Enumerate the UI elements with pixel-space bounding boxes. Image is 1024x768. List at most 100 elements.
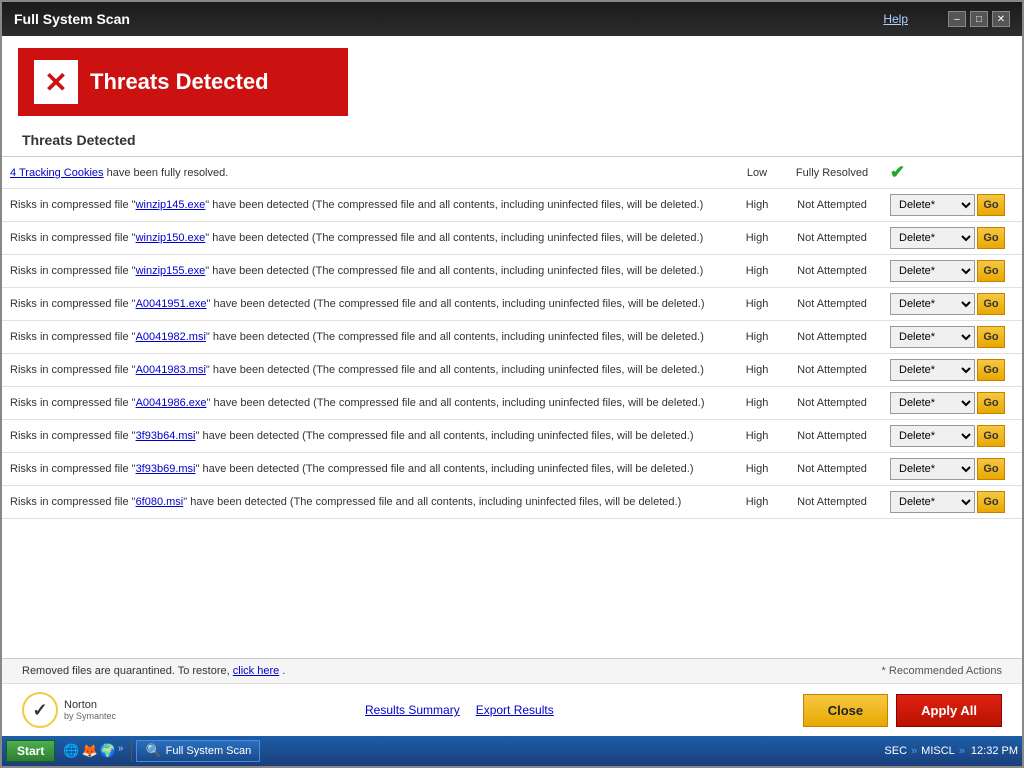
go-button[interactable]: Go [977, 227, 1005, 249]
quarantine-text: Removed files are quarantined. To restor… [22, 665, 230, 677]
norton-check-icon: ✓ [32, 700, 47, 721]
close-button[interactable]: Close [803, 694, 888, 727]
main-window: Full System Scan Help – □ ✕ ✕ Threats De… [0, 0, 1024, 768]
taskbar-divider [131, 740, 132, 762]
resolved-check-icon: ✔ [890, 162, 905, 182]
threat-status: Not Attempted [782, 387, 882, 420]
start-button[interactable]: Start [6, 740, 55, 762]
table-row: Risks in compressed file "A0041983.msi" … [2, 354, 1022, 387]
threat-file-link[interactable]: A0041983.msi [136, 364, 206, 376]
threat-severity: High [732, 453, 782, 486]
threat-x-icon: ✕ [44, 66, 67, 99]
table-row: Risks in compressed file "winzip145.exe"… [2, 189, 1022, 222]
ie-icon[interactable]: 🌐 [63, 743, 79, 759]
threat-file-link[interactable]: 3f93b64.msi [136, 430, 196, 442]
norton-circle: ✓ [22, 692, 58, 728]
clock: 12:32 PM [971, 745, 1018, 757]
action-select[interactable]: Delete* [890, 359, 975, 381]
sec-label: SEC [884, 745, 907, 757]
action-select[interactable]: Delete* [890, 425, 975, 447]
go-button[interactable]: Go [977, 491, 1005, 513]
apply-all-button[interactable]: Apply All [896, 694, 1002, 727]
threat-file-link[interactable]: 6f080.msi [136, 496, 184, 508]
quarantine-message: Removed files are quarantined. To restor… [22, 665, 285, 677]
title-bar: Full System Scan Help – □ ✕ [2, 2, 1022, 36]
threat-banner: ✕ Threats Detected [18, 48, 348, 116]
go-button[interactable]: Go [977, 458, 1005, 480]
threat-action: Delete*Go [882, 354, 1022, 387]
action-select[interactable]: Delete* [890, 392, 975, 414]
action-row: Delete*Go [890, 293, 1014, 315]
action-row: Delete*Go [890, 227, 1014, 249]
help-link[interactable]: Help [883, 12, 908, 26]
maximize-button[interactable]: □ [970, 11, 988, 27]
action-row: Delete*Go [890, 458, 1014, 480]
action-select[interactable]: Delete* [890, 458, 975, 480]
taskbar-icons: 🌐 🦊 🌍 » [59, 743, 127, 759]
threat-severity: High [732, 222, 782, 255]
threat-severity: High [732, 420, 782, 453]
threat-status: Fully Resolved [782, 157, 882, 189]
threat-description: Risks in compressed file "winzip145.exe"… [2, 189, 732, 222]
action-select[interactable]: Delete* [890, 326, 975, 348]
threat-file-link[interactable]: A0041986.exe [136, 397, 207, 409]
threat-action: Delete*Go [882, 255, 1022, 288]
go-button[interactable]: Go [977, 326, 1005, 348]
threat-status: Not Attempted [782, 354, 882, 387]
threat-file-link[interactable]: 4 Tracking Cookies [10, 167, 104, 179]
threat-file-link[interactable]: winzip145.exe [136, 199, 206, 211]
threat-status: Not Attempted [782, 222, 882, 255]
go-button[interactable]: Go [977, 194, 1005, 216]
threat-severity: High [732, 288, 782, 321]
threat-description: Risks in compressed file "3f93b69.msi" h… [2, 453, 732, 486]
go-button[interactable]: Go [977, 293, 1005, 315]
table-scroll[interactable]: 4 Tracking Cookies have been fully resol… [2, 157, 1022, 658]
threat-file-link[interactable]: winzip155.exe [136, 265, 206, 277]
window-title: Full System Scan [14, 11, 130, 27]
threat-status: Not Attempted [782, 453, 882, 486]
action-select[interactable]: Delete* [890, 293, 975, 315]
close-button[interactable]: ✕ [992, 11, 1010, 27]
action-select[interactable]: Delete* [890, 260, 975, 282]
minimize-button[interactable]: – [948, 11, 966, 27]
bottom-bar: ✓ Norton by Symantec Results Summary Exp… [2, 683, 1022, 736]
browser2-icon[interactable]: 🌍 [100, 743, 116, 759]
go-button[interactable]: Go [977, 425, 1005, 447]
threat-severity: High [732, 255, 782, 288]
threat-status: Not Attempted [782, 288, 882, 321]
threat-file-link[interactable]: winzip150.exe [136, 232, 206, 244]
go-button[interactable]: Go [977, 359, 1005, 381]
table-row: Risks in compressed file "winzip150.exe"… [2, 222, 1022, 255]
norton-brand: Norton [64, 699, 116, 711]
action-row: Delete*Go [890, 392, 1014, 414]
miscl-label: MISCL [921, 745, 955, 757]
browser-icon[interactable]: 🦊 [82, 743, 98, 759]
footer-links: Results Summary Export Results [365, 703, 554, 717]
action-select[interactable]: Delete* [890, 491, 975, 513]
threat-status: Not Attempted [782, 321, 882, 354]
threat-severity: High [732, 486, 782, 519]
threat-description: Risks in compressed file "A0041951.exe" … [2, 288, 732, 321]
table-row: Risks in compressed file "3f93b64.msi" h… [2, 420, 1022, 453]
go-button[interactable]: Go [977, 392, 1005, 414]
export-results-link[interactable]: Export Results [476, 703, 554, 717]
action-row: Delete*Go [890, 425, 1014, 447]
threat-file-link[interactable]: 3f93b69.msi [136, 463, 196, 475]
threat-action: Delete*Go [882, 288, 1022, 321]
results-summary-link[interactable]: Results Summary [365, 703, 460, 717]
table-row: Risks in compressed file "6f080.msi" hav… [2, 486, 1022, 519]
threat-severity: High [732, 354, 782, 387]
more-arrow[interactable]: » [118, 743, 124, 759]
threat-status: Not Attempted [782, 420, 882, 453]
threat-file-link[interactable]: A0041951.exe [136, 298, 207, 310]
taskbar-item-scan[interactable]: 🔍 Full System Scan [136, 740, 260, 762]
action-select[interactable]: Delete* [890, 194, 975, 216]
quarantine-period: . [282, 665, 285, 677]
threat-description: Risks in compressed file "6f080.msi" hav… [2, 486, 732, 519]
quarantine-link[interactable]: click here [233, 665, 279, 677]
action-select[interactable]: Delete* [890, 227, 975, 249]
go-button[interactable]: Go [977, 260, 1005, 282]
taskbar: Start 🌐 🦊 🌍 » 🔍 Full System Scan SEC » M… [2, 736, 1022, 766]
threat-description: Risks in compressed file "A0041982.msi" … [2, 321, 732, 354]
threat-file-link[interactable]: A0041982.msi [136, 331, 206, 343]
